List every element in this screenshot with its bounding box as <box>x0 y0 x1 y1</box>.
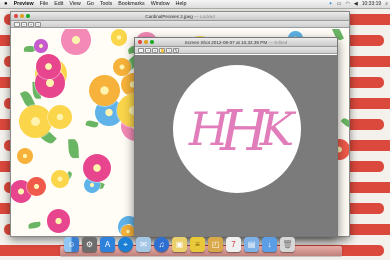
menu-go[interactable]: Go <box>84 1 97 7</box>
leaf <box>27 220 41 229</box>
image-window-monogram[interactable]: Screen Shot 2012-08-07 at 10.32.39 PM — … <box>134 37 338 237</box>
photos-icon[interactable]: ▣ <box>172 237 187 252</box>
window-titlebar[interactable]: CardinalPeonies 2.jpeg — Locked <box>11 12 349 21</box>
flower <box>82 153 111 182</box>
zoom-in-icon[interactable]: + <box>152 47 158 53</box>
zoom-out-icon[interactable]: − <box>21 21 27 27</box>
safari-icon[interactable]: ⌖ <box>118 237 133 252</box>
app-store-icon[interactable]: A <box>100 237 115 252</box>
menu-tools[interactable]: Tools <box>97 1 115 7</box>
menu-file[interactable]: File <box>37 1 52 7</box>
sidebar-toggle-icon[interactable] <box>14 21 20 27</box>
apple-menu-icon[interactable]: ● <box>0 1 11 7</box>
menu-bookmarks[interactable]: Bookmarks <box>115 1 148 7</box>
monogram-letter: H <box>219 98 269 164</box>
downloads-icon[interactable]: ↓ <box>262 237 277 252</box>
menu-window[interactable]: Window <box>148 1 173 7</box>
volume-icon[interactable]: ◀ <box>352 1 360 7</box>
flower <box>46 209 71 233</box>
leaf <box>85 119 99 129</box>
flower <box>50 170 69 189</box>
flower <box>16 148 33 165</box>
window-titlebar[interactable]: Screen Shot 2012-08-07 at 10.32.39 PM — … <box>135 38 337 47</box>
flower <box>61 29 91 55</box>
window-title: CardinalPeonies 2.jpeg — Locked <box>145 13 215 19</box>
monogram-letter: H <box>188 102 229 156</box>
twitter-icon[interactable]: ✦ <box>327 1 335 7</box>
flower <box>18 104 52 138</box>
zoom-in-icon[interactable]: + <box>28 21 34 27</box>
window-toolbar: − + ✋ ↑ ✎ <box>135 47 337 54</box>
leaf <box>340 117 349 130</box>
flower <box>26 177 47 197</box>
flower <box>47 104 73 130</box>
monogram-letter: K <box>259 102 295 156</box>
flower <box>112 57 131 76</box>
sidebar-toggle-icon[interactable] <box>138 47 144 53</box>
menu-edit[interactable]: Edit <box>51 1 66 7</box>
menu-clock[interactable]: 10:33:19 <box>360 1 383 7</box>
battery-icon[interactable]: ▭ <box>335 1 344 7</box>
preview-icon[interactable]: ◰ <box>208 237 223 252</box>
finder-icon[interactable]: ☺ <box>64 237 79 252</box>
zoom-out-icon[interactable]: − <box>145 47 151 53</box>
trash-icon[interactable]: 🗑 <box>280 237 295 252</box>
mail-icon[interactable]: ✉ <box>136 237 151 252</box>
window-title: Screen Shot 2012-08-07 at 10.32.39 PM — … <box>184 39 288 45</box>
folder-icon[interactable]: ▤ <box>244 237 259 252</box>
dock: ☺ ⚙ A ⌖ ✉ ♫ ▣ ≡ ◰ 7 ▤ ↓ 🗑 <box>60 236 342 257</box>
leaf <box>68 138 79 159</box>
window-state: Edited <box>274 39 288 45</box>
wifi-icon[interactable]: ◠ <box>343 1 351 7</box>
system-preferences-icon[interactable]: ⚙ <box>82 237 97 252</box>
dock-icons: ☺ ⚙ A ⌖ ✉ ♫ ▣ ≡ ◰ 7 ▤ ↓ 🗑 <box>64 237 295 252</box>
flower <box>110 29 128 46</box>
window-state: Locked <box>199 13 215 19</box>
spotlight-icon[interactable]: ⌕ <box>383 1 390 7</box>
menu-bar: ● Preview File Edit View Go Tools Bookma… <box>0 0 390 9</box>
menu-help[interactable]: Help <box>173 1 190 7</box>
menu-preview[interactable]: Preview <box>11 1 37 7</box>
window-toolbar: − + ↑ <box>11 21 349 28</box>
menu-view[interactable]: View <box>66 1 83 7</box>
monogram-circle: H H K <box>173 65 301 193</box>
share-icon[interactable]: ↑ <box>166 47 172 53</box>
notes-icon[interactable]: ≡ <box>190 237 205 252</box>
share-icon[interactable]: ↑ <box>35 21 41 27</box>
hand-tool-icon[interactable]: ✋ <box>159 47 165 53</box>
window-title-text: Screen Shot 2012-08-07 at 10.32.39 PM <box>184 39 268 45</box>
flower <box>34 39 49 53</box>
itunes-icon[interactable]: ♫ <box>154 237 169 252</box>
calendar-icon[interactable]: 7 <box>226 237 241 252</box>
window-title-text: CardinalPeonies 2.jpeg <box>145 13 193 19</box>
edit-icon[interactable]: ✎ <box>173 47 179 53</box>
image-canvas: H H K <box>135 55 337 236</box>
monogram: H H K <box>173 65 301 193</box>
